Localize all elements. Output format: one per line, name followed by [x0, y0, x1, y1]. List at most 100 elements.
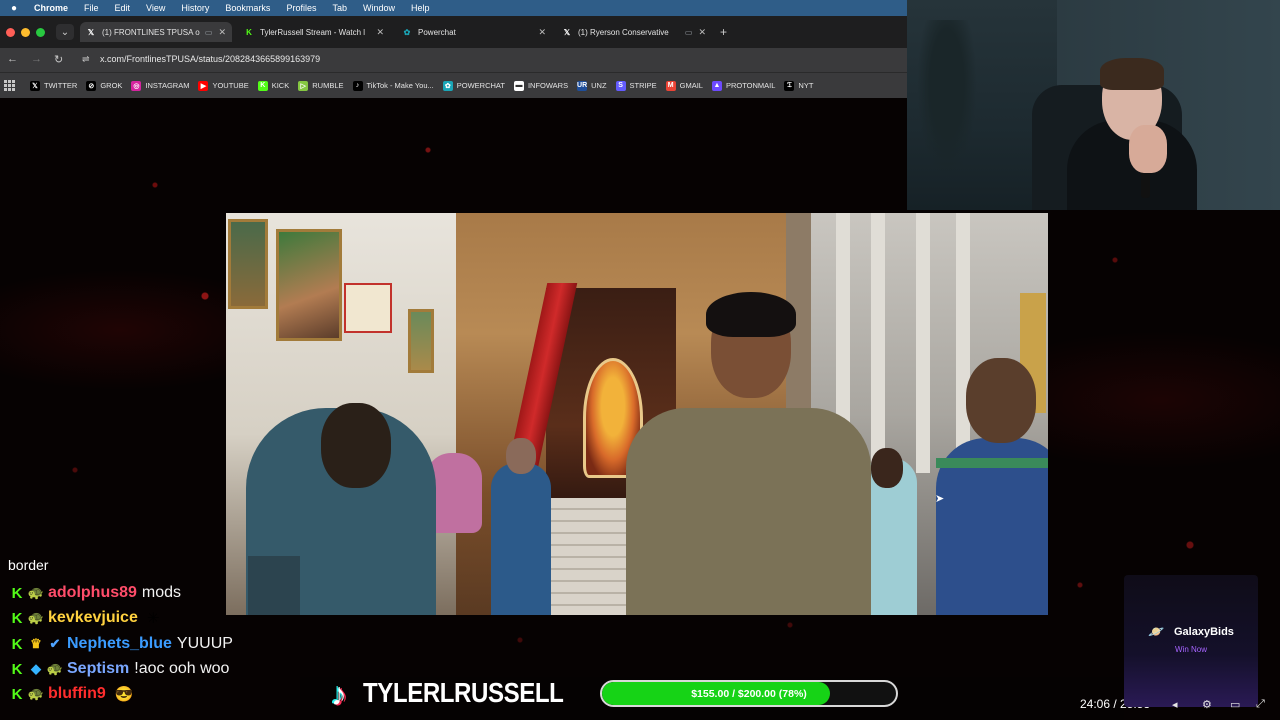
visitor-head: [506, 438, 536, 474]
menu-edit[interactable]: Edit: [107, 3, 139, 13]
bookmark-twitter[interactable]: 𝕏 TWITTER: [30, 80, 77, 91]
embedded-video[interactable]: [226, 213, 1048, 615]
url-field[interactable]: x.com/FrontlinesTPUSA/status/20828436658…: [100, 54, 320, 64]
close-window-button[interactable]: [6, 28, 15, 37]
bookmark-label: POWERCHAT: [456, 81, 505, 90]
chat-text: !aoc ooh woo: [134, 660, 230, 677]
kick-badge-icon: K: [11, 609, 23, 627]
menu-profiles[interactable]: Profiles: [278, 3, 324, 13]
bookmark-label: GROK: [100, 81, 123, 90]
carved-pillar: [916, 213, 930, 473]
chat-message: K ◆ 🐢 Septism !aoc ooh woo: [10, 659, 230, 679]
x-logo-icon: 𝕏: [30, 80, 40, 91]
site-settings-icon[interactable]: ⇌: [82, 54, 94, 66]
bookmark-gmail[interactable]: M GMAIL: [665, 80, 703, 91]
crown-badge-icon: ♛: [30, 636, 42, 651]
bookmark-rumble[interactable]: ▷ RUMBLE: [298, 80, 344, 91]
chat-text: mods: [141, 584, 182, 601]
apple-icon[interactable]: ●: [8, 2, 20, 14]
forward-arrow-icon[interactable]: →: [31, 53, 42, 65]
close-tab-icon[interactable]: ✕: [538, 27, 546, 38]
tab-powerchat[interactable]: ✿ Powerchat ✕: [396, 22, 552, 42]
chat-username[interactable]: bluffin9: [48, 685, 106, 703]
bookmark-youtube[interactable]: ▶ YOUTUBE: [198, 80, 249, 91]
streamer-hand: [1129, 125, 1167, 173]
close-tab-icon[interactable]: ✕: [376, 27, 384, 38]
bookmark-tiktok-make-you[interactable]: ♪ TikTok - Make You...: [352, 80, 434, 91]
menu-history[interactable]: History: [173, 3, 217, 13]
reload-icon[interactable]: ↻: [54, 53, 63, 66]
unz-icon: UR: [577, 80, 588, 91]
menu-file[interactable]: File: [76, 3, 107, 13]
verified-badge-icon: ✔: [49, 636, 61, 651]
sparkle-emote-icon: ✳: [146, 610, 160, 627]
fullscreen-icon[interactable]: ⤢: [1256, 698, 1265, 711]
carved-pillar: [871, 213, 885, 473]
menu-app-name[interactable]: Chrome: [26, 3, 76, 13]
picture-in-picture-icon: ▭: [684, 27, 693, 37]
chat-text: YUUUP: [176, 635, 233, 652]
powerchat-icon: ✿: [442, 80, 453, 91]
chat-username[interactable]: Septism: [67, 660, 129, 678]
bookmark-instagram[interactable]: ◎ INSTAGRAM: [131, 80, 189, 91]
back-arrow-icon[interactable]: ←: [7, 53, 18, 65]
settings-gear-icon[interactable]: ⚙: [1202, 698, 1212, 711]
chat-username[interactable]: Nephets_blue: [67, 635, 172, 653]
bookmark-infowars[interactable]: ▬ INFOWARS: [513, 80, 568, 91]
volume-icon[interactable]: ◂: [1172, 698, 1178, 711]
cube-badge-icon: ◆: [31, 661, 41, 676]
apps-grid-icon[interactable]: [4, 79, 16, 92]
chat-username[interactable]: kevkevjuice: [48, 609, 138, 627]
sponsor-ad-panel[interactable]: 🪐 GalaxyBids Win Now: [1124, 575, 1258, 707]
gmail-icon: M: [665, 80, 676, 91]
person-head: [966, 358, 1036, 443]
bookmark-powerchat[interactable]: ✿ POWERCHAT: [442, 80, 505, 91]
close-tab-icon[interactable]: ✕: [218, 27, 226, 38]
tab-ryerson-conservative[interactable]: 𝕏 (1) Ryerson Conservative ▭ ✕: [556, 22, 712, 42]
mouse-cursor-icon: ➤: [935, 493, 945, 505]
bookmark-grok[interactable]: ⊘ GROK: [86, 80, 123, 91]
tiktok-icon: ♪: [352, 80, 363, 91]
tab-title: Powerchat: [418, 27, 456, 37]
streamer-webcam: [907, 0, 1280, 210]
wall-painting: [408, 309, 434, 373]
nyt-icon: 𝔗: [784, 80, 795, 91]
tab-search-chevron-icon[interactable]: ⌄: [56, 24, 74, 40]
bookmark-protonmail[interactable]: ▲ PROTONMAIL: [711, 80, 776, 91]
menu-help[interactable]: Help: [403, 3, 438, 13]
new-tab-plus-icon[interactable]: +: [720, 25, 727, 39]
bookmarks-bar: 𝕏 TWITTER ⊘ GROK ◎ INSTAGRAM ▶ YOUTUBE K KICK ▷ RUM…: [0, 72, 907, 98]
chat-message: K 🐢 adolphus89 mods: [10, 583, 181, 603]
bookmark-nyt[interactable]: 𝔗 NYT: [784, 80, 814, 91]
bookmark-label: NYT: [798, 81, 814, 90]
menu-window[interactable]: Window: [355, 3, 403, 13]
chat-overlay: border K 🐢 adolphus89 mods K 🐢 kevkevjui…: [0, 555, 310, 720]
sponsor-name: GalaxyBids: [1174, 626, 1234, 638]
minimize-window-button[interactable]: [21, 28, 30, 37]
fullscreen-window-button[interactable]: [36, 28, 45, 37]
close-tab-icon[interactable]: ✕: [698, 27, 706, 38]
bookmark-stripe[interactable]: S STRIPE: [615, 80, 657, 91]
x-logo-icon: 𝕏: [563, 27, 571, 37]
menu-view[interactable]: View: [138, 3, 173, 13]
webcam-plant: [917, 20, 977, 180]
tab-title: (1) Ryerson Conservative: [578, 27, 669, 37]
bookmark-kick[interactable]: K KICK: [257, 80, 290, 91]
tab-tylerrussell-stream[interactable]: K TylerRussell Stream - Watch l ✕: [238, 22, 390, 42]
bookmark-label: KICK: [271, 81, 290, 90]
wall-painting: [228, 219, 268, 309]
menu-bookmarks[interactable]: Bookmarks: [217, 3, 278, 13]
bookmark-unz[interactable]: UR UNZ: [577, 80, 607, 91]
bookmark-label: PROTONMAIL: [725, 81, 776, 90]
chat-username[interactable]: adolphus89: [48, 584, 137, 602]
donation-goal-text: $155.00 / $200.00 (78%): [691, 687, 807, 700]
chat-message: K 🐢 bluffin9 😎: [10, 684, 134, 704]
menu-tab[interactable]: Tab: [324, 3, 355, 13]
sunglasses-emote-icon: 😎: [114, 686, 134, 703]
sponsor-tagline[interactable]: Win Now: [1124, 645, 1258, 654]
bookmark-label: UNZ: [591, 81, 607, 90]
tab-frontlines[interactable]: 𝕏 (1) FRONTLINES TPUSA o ▭ ✕: [80, 22, 232, 42]
bookmark-list: 𝕏 TWITTER ⊘ GROK ◎ INSTAGRAM ▶ YOUTUBE K KICK ▷ RUM…: [30, 80, 822, 91]
picture-in-picture-icon[interactable]: ▭: [1230, 698, 1240, 711]
kick-badge-icon: K: [11, 635, 23, 653]
